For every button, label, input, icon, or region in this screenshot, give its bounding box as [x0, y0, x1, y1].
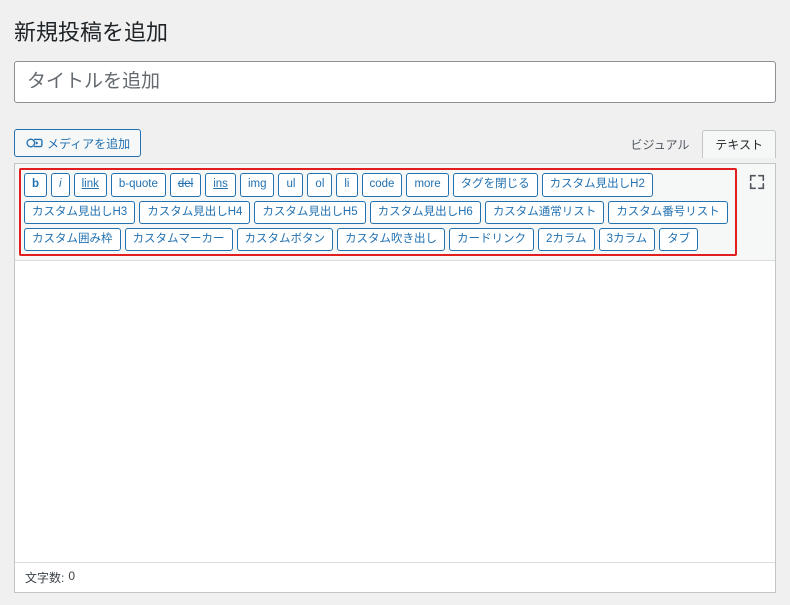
qt-bquote[interactable]: b-quote — [111, 173, 166, 196]
qt-more[interactable]: more — [406, 173, 448, 196]
editor-container: b i link b-quote del ins img ul ol li co… — [14, 163, 776, 593]
qt-link[interactable]: link — [74, 173, 107, 196]
post-title-input[interactable] — [14, 61, 776, 103]
qt-tab[interactable]: タブ — [659, 228, 698, 251]
qt-custom-h5[interactable]: カスタム見出しH5 — [254, 201, 365, 224]
qt-2column[interactable]: 2カラム — [538, 228, 595, 251]
qt-li[interactable]: li — [336, 173, 357, 196]
page-title: 新規投稿を追加 — [14, 6, 776, 51]
fullscreen-icon[interactable] — [745, 170, 769, 194]
qt-custom-h4[interactable]: カスタム見出しH4 — [139, 201, 250, 224]
qt-custom-ul[interactable]: カスタム通常リスト — [485, 201, 605, 224]
qt-card-link[interactable]: カードリンク — [449, 228, 534, 251]
qt-ol[interactable]: ol — [307, 173, 332, 196]
media-icon — [25, 134, 43, 152]
qt-custom-ol[interactable]: カスタム番号リスト — [608, 201, 728, 224]
status-bar: 文字数: 0 — [15, 562, 775, 592]
qt-custom-h6[interactable]: カスタム見出しH6 — [370, 201, 481, 224]
qt-custom-balloon[interactable]: カスタム吹き出し — [337, 228, 445, 251]
qt-img[interactable]: img — [240, 173, 275, 196]
add-media-button[interactable]: メディアを追加 — [14, 129, 141, 157]
tab-text[interactable]: テキスト — [702, 130, 776, 158]
word-count-label: 文字数: — [25, 569, 64, 586]
qt-custom-h3[interactable]: カスタム見出しH3 — [24, 201, 135, 224]
qt-ins[interactable]: ins — [205, 173, 236, 196]
qt-custom-box[interactable]: カスタム囲み枠 — [24, 228, 121, 251]
word-count-value: 0 — [68, 569, 75, 586]
editor-mode-tabs: ビジュアル テキスト — [618, 130, 776, 158]
qt-custom-marker[interactable]: カスタムマーカー — [125, 228, 233, 251]
qt-ul[interactable]: ul — [278, 173, 303, 196]
qt-custom-h2[interactable]: カスタム見出しH2 — [542, 173, 653, 196]
qt-i[interactable]: i — [51, 173, 70, 196]
qt-code[interactable]: code — [362, 173, 403, 196]
add-media-label: メディアを追加 — [47, 135, 130, 152]
qt-close-tags[interactable]: タグを閉じる — [453, 173, 538, 196]
content-textarea[interactable] — [15, 261, 775, 559]
qt-custom-button[interactable]: カスタムボタン — [237, 228, 334, 251]
quicktags-toolbar: b i link b-quote del ins img ul ol li co… — [15, 164, 775, 261]
quicktags-highlight: b i link b-quote del ins img ul ol li co… — [19, 168, 737, 256]
qt-b[interactable]: b — [24, 173, 47, 196]
qt-3column[interactable]: 3カラム — [599, 228, 656, 251]
tab-visual[interactable]: ビジュアル — [618, 130, 703, 158]
qt-del[interactable]: del — [170, 173, 201, 196]
